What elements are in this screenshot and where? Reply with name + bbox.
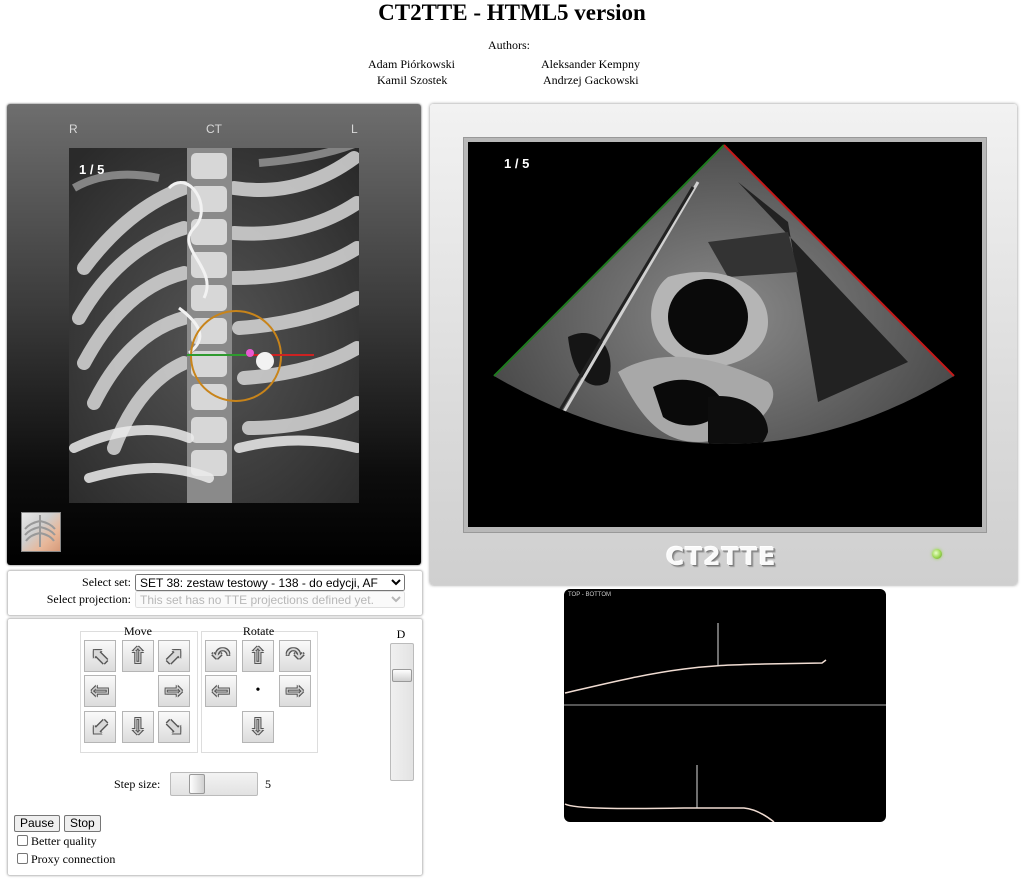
arrow-left-icon: ⇦ [90, 678, 110, 704]
move-right-button[interactable]: ⇨ [158, 675, 190, 707]
move-label: Move [124, 624, 152, 638]
rib-thumbnail-icon [24, 515, 56, 547]
depth-slider[interactable] [390, 643, 414, 781]
select-projection-label: Select projection: [46, 592, 131, 606]
proxy-connection-label: Proxy connection [31, 852, 116, 866]
orientation-ct-label: CT [206, 122, 222, 136]
author-name: Kamil Szostek [377, 73, 448, 87]
better-quality-label: Better quality [31, 834, 97, 848]
move-up-left-button[interactable]: ⬉ [84, 640, 116, 672]
move-left-button[interactable]: ⇦ [84, 675, 116, 707]
arrow-down-left-icon: ⬋ [90, 714, 110, 740]
pause-button[interactable]: Pause [14, 815, 61, 832]
rotate-center-dot: • [255, 683, 261, 698]
depth-slider-thumb[interactable] [392, 669, 412, 682]
author-name: Adam Piórkowski [368, 57, 455, 71]
move-down-button[interactable]: ⇩ [122, 711, 154, 743]
rotate-left-button[interactable]: ⇦ [205, 675, 237, 707]
author-name: Aleksander Kempny [541, 57, 640, 71]
step-size-label: Step size: [114, 777, 161, 791]
profile-graph-panel: TOP - BOTTOM [564, 589, 886, 822]
rotate-ccw-icon: ↶ [211, 643, 231, 669]
rotate-up-button[interactable]: ⇧ [242, 640, 274, 672]
arrow-down-icon: ⇩ [248, 714, 268, 740]
select-projection-dropdown[interactable]: This set has no TTE projections defined … [135, 591, 405, 608]
arrow-up-right-icon: ⬈ [164, 643, 184, 669]
orientation-left-label: L [351, 122, 358, 136]
authors-label: Authors: [488, 38, 530, 52]
ct-scan-view[interactable]: 1 / 5 [69, 148, 359, 503]
ct-slice-counter: 1 / 5 [79, 162, 105, 177]
arrow-down-right-icon: ⬊ [164, 714, 184, 740]
step-size-slider-thumb[interactable] [189, 774, 205, 794]
tte-slice-counter: 1 / 5 [504, 156, 530, 171]
ct-rib-cage-image [69, 148, 359, 503]
profile-graph [564, 623, 886, 822]
depth-label: D [396, 627, 406, 641]
rotate-label: Rotate [242, 624, 275, 638]
stop-button[interactable]: Stop [64, 815, 101, 832]
move-up-right-button[interactable]: ⬈ [158, 640, 190, 672]
select-set-label: Select set: [82, 575, 131, 589]
tte-echo-image [493, 144, 955, 444]
rotate-down-button[interactable]: ⇩ [242, 711, 274, 743]
rotate-right-button[interactable]: ⇨ [279, 675, 311, 707]
rotate-ccw-button[interactable]: ↶ [205, 640, 237, 672]
chest-scan-thumbnail[interactable] [21, 512, 61, 552]
step-size-value: 5 [265, 777, 271, 791]
ct-panel: R CT L 1 / 5 [7, 104, 421, 565]
ct2tte-logo: CT2TTE [666, 542, 777, 571]
rotate-cw-button[interactable]: ↷ [279, 640, 311, 672]
rotate-cw-icon: ↷ [285, 643, 305, 669]
move-down-right-button[interactable]: ⬊ [158, 711, 190, 743]
arrow-left-icon: ⇦ [211, 678, 231, 704]
author-name: Andrzej Gackowski [543, 73, 639, 87]
status-led [932, 549, 942, 559]
arrow-right-icon: ⇨ [164, 678, 184, 704]
tte-echo-view[interactable]: 1 / 5 [468, 142, 982, 527]
page-title: CT2TTE - HTML5 version [378, 0, 646, 25]
step-size-slider[interactable] [170, 772, 258, 796]
arrow-up-icon: ⇧ [248, 643, 268, 669]
graph-label: TOP - BOTTOM [568, 592, 612, 598]
select-panel: Select set: SET 38: zestaw testowy - 138… [7, 570, 423, 616]
select-set-dropdown[interactable]: SET 38: zestaw testowy - 138 - do edycji… [135, 574, 405, 591]
better-quality-checkbox[interactable] [17, 835, 28, 846]
arrow-right-icon: ⇨ [285, 678, 305, 704]
proxy-connection-checkbox[interactable] [17, 853, 28, 864]
move-down-left-button[interactable]: ⬋ [84, 711, 116, 743]
arrow-down-icon: ⇩ [128, 714, 148, 740]
arrow-up-left-icon: ⬉ [90, 643, 110, 669]
controls-panel: Move ⬉ ⇧ ⬈ ⇦ ⇨ ⬋ ⇩ ⬊ Rotate ↶ ⇧ ↷ ⇦ • ⇨ … [7, 618, 423, 876]
move-up-button[interactable]: ⇧ [122, 640, 154, 672]
tte-monitor: 1 / 5 CT2TTE [430, 104, 1017, 585]
orientation-right-label: R [69, 122, 78, 136]
arrow-up-icon: ⇧ [128, 643, 148, 669]
